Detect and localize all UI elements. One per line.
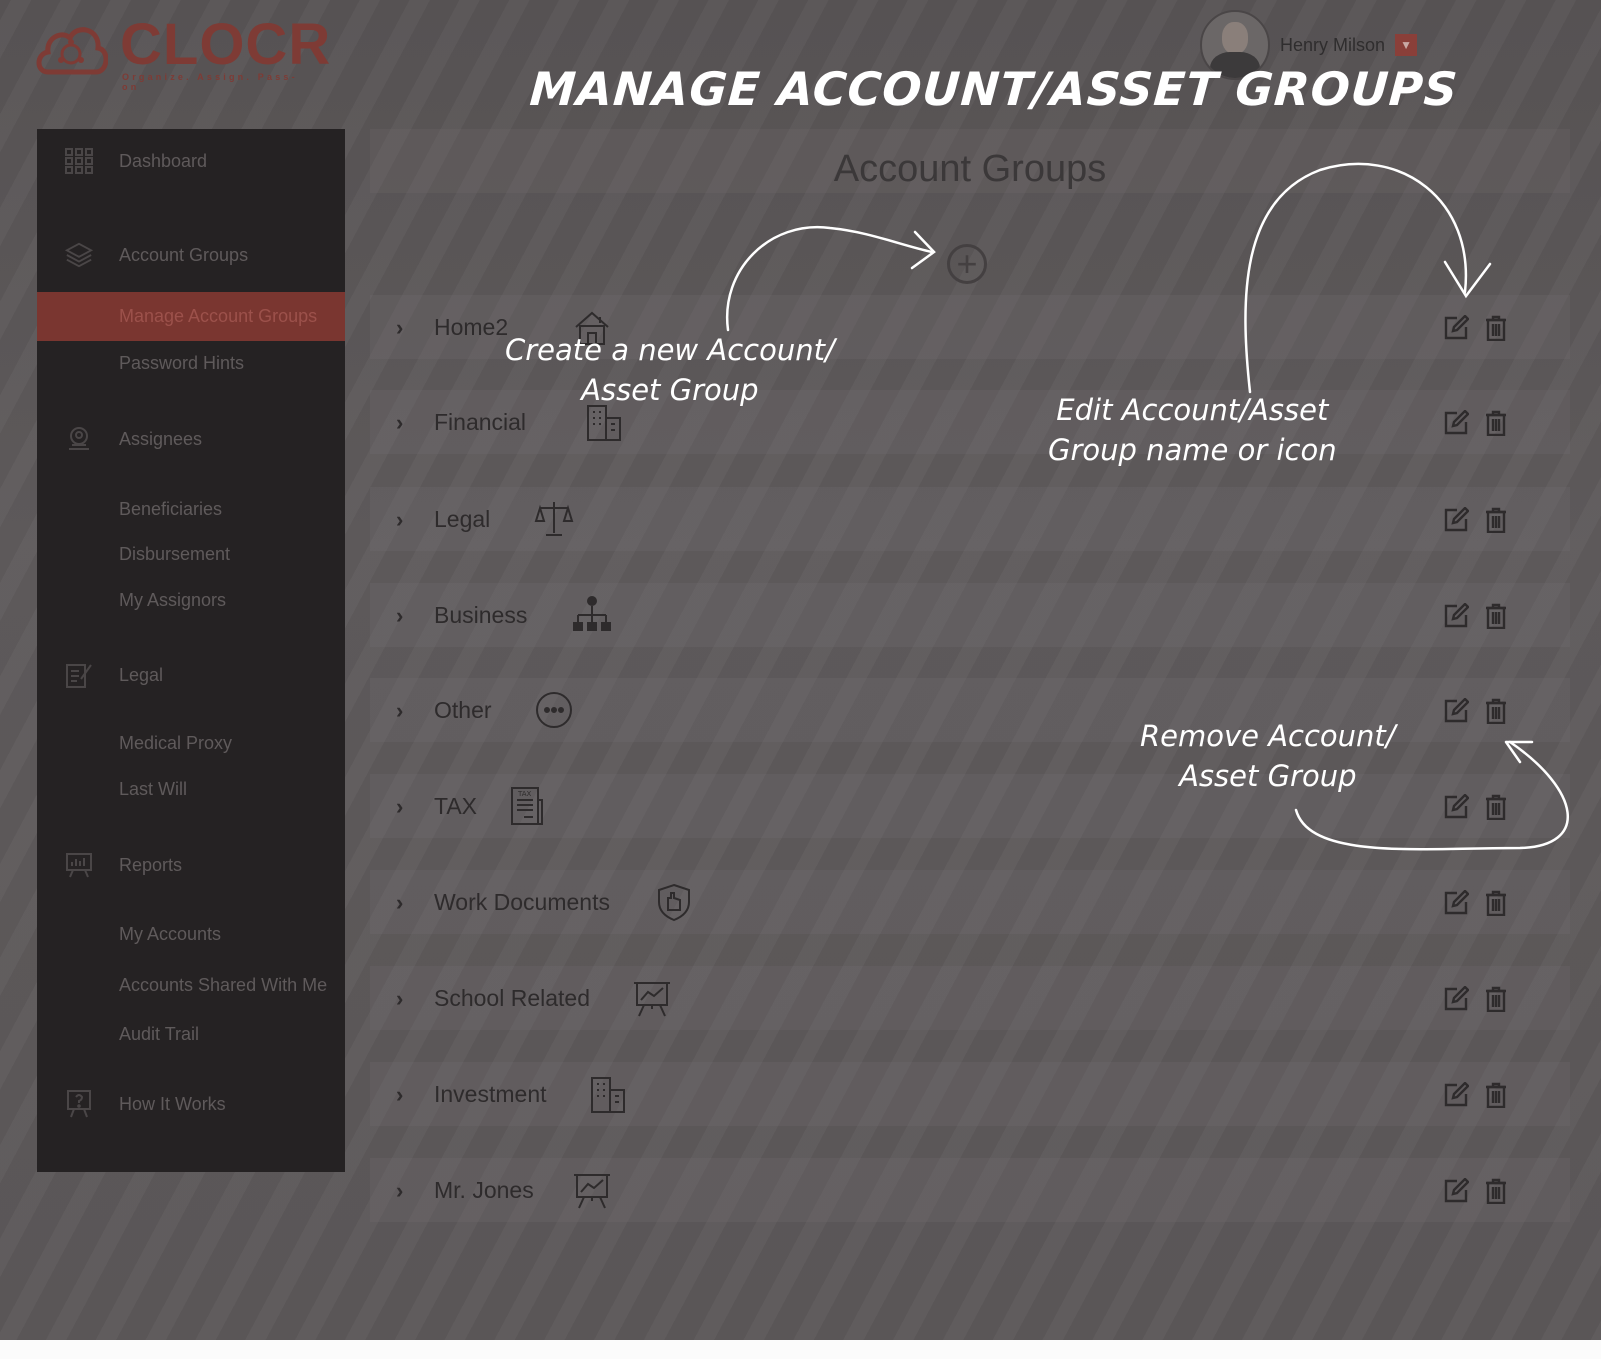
annotation-text: Remove Account/ [1140, 719, 1396, 753]
edit-arrow [1244, 162, 1468, 394]
annotation-text: Group name or icon [1048, 433, 1337, 467]
annotation-text: Create a new Account/ [505, 333, 835, 367]
annotation-text: Asset Group [1179, 759, 1357, 793]
annotation-create: Create a new Account/ Asset Group [505, 330, 835, 410]
annotation-edit: Edit Account/Asset Group name or icon [1048, 390, 1337, 470]
annotation-remove: Remove Account/ Asset Group [1140, 716, 1396, 796]
create-arrow [725, 225, 934, 332]
bottom-edge [0, 1340, 1601, 1359]
edit-arrowhead [1443, 260, 1492, 299]
annotation-text: Edit Account/Asset [1056, 393, 1329, 427]
annotation-text: Asset Group [581, 373, 759, 407]
remove-arrowhead [1504, 740, 1534, 764]
annotation-arrows [725, 162, 1570, 851]
